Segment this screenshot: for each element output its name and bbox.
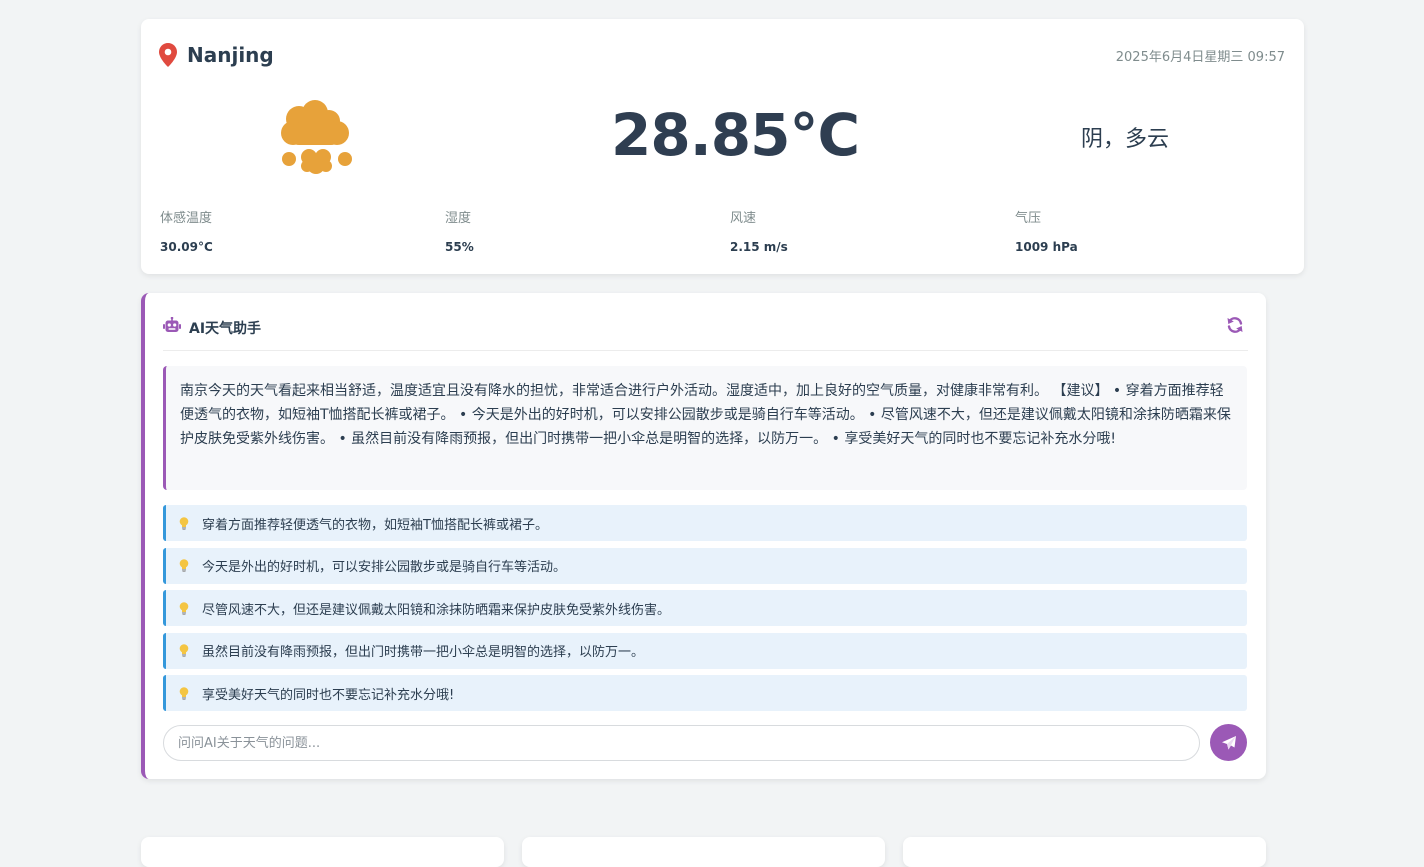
ask-ai-input[interactable]: [163, 725, 1200, 761]
tip-text: 今天是外出的好时机，可以安排公园散步或是骑自行车等活动。: [202, 560, 567, 575]
stat-label: 湿度: [445, 211, 472, 226]
stat-feels-like: 体感温度 30.09°C: [160, 207, 445, 254]
stat-value: 2.15 m/s: [730, 240, 788, 254]
datetime-label: 2025年6月4日星期三 09:57: [1115, 50, 1285, 65]
stat-humidity: 湿度 55%: [445, 207, 730, 254]
ai-header: AI天气助手: [163, 313, 1248, 351]
stat-wind-speed: 风速 2.15 m/s: [730, 207, 1015, 254]
stat-value: 1009 hPa: [1015, 240, 1078, 254]
list-item: 今天是外出的好时机，可以安排公园散步或是骑自行车等活动。: [163, 547, 1247, 584]
lightbulb-icon: [179, 686, 189, 700]
lightbulb-icon: [179, 601, 189, 615]
list-item: 享受美好天气的同时也不要忘记补充水分哦!: [163, 675, 1247, 711]
tip-text: 尽管风速不大，但还是建议佩戴太阳镜和涂抹防晒霜来保护皮肤免受紫外线伤害。: [202, 602, 671, 618]
ai-summary: 南京今天的天气看起来相当舒适，温度适宜且没有降水的担忧，非常适合进行户外活动。湿…: [163, 366, 1247, 490]
forecast-card: [522, 837, 885, 867]
weather-stats: 体感温度 30.09°C 湿度 55% 风速 2.15 m/s 气压 1009 …: [160, 207, 1300, 254]
cloud-hail-icon: [281, 100, 352, 174]
lightbulb-icon: [179, 644, 189, 657]
location-header: Nanjing: [159, 43, 274, 67]
temperature-value: 28.85°C: [611, 101, 860, 169]
stat-value: 30.09°C: [160, 240, 213, 254]
city-name: Nanjing: [187, 43, 274, 67]
ai-assistant-card: AI天气助手 南京今天的天气看起来相当舒适，温度适宜且没有降水的担忧，非常适合进…: [141, 293, 1266, 779]
tip-text: 虽然目前没有降雨预报，但出门时携带一把小伞总是明智的选择，以防万一。: [202, 645, 645, 660]
list-item: 尽管风速不大，但还是建议佩戴太阳镜和涂抹防晒霜来保护皮肤免受紫外线伤害。: [163, 590, 1247, 626]
bottom-cards: [141, 837, 1266, 867]
top-nav-remnant: [152, 0, 482, 2]
lightbulb-icon: [179, 516, 189, 530]
refresh-icon[interactable]: [1225, 315, 1245, 335]
tip-text: 享受美好天气的同时也不要忘记补充水分哦!: [202, 687, 455, 703]
ai-title: AI天气助手: [189, 321, 262, 337]
lightbulb-icon: [179, 559, 189, 572]
stat-pressure: 气压 1009 hPa: [1015, 207, 1300, 254]
stat-label: 体感温度: [160, 211, 213, 226]
tips-list: 穿着方面推荐轻便透气的衣物，如短袖T恤搭配长裤或裙子。 今天是外出的好时机，可以…: [163, 505, 1247, 718]
stat-label: 风速: [730, 211, 757, 226]
robot-icon: [163, 317, 181, 332]
stat-label: 气压: [1015, 211, 1042, 226]
forecast-card: [903, 837, 1266, 867]
stat-value: 55%: [445, 240, 474, 254]
map-pin-icon: [159, 43, 177, 67]
list-item: 穿着方面推荐轻便透气的衣物，如短袖T恤搭配长裤或裙子。: [163, 505, 1247, 541]
paper-plane-icon: [1221, 735, 1236, 749]
list-item: 虽然目前没有降雨预报，但出门时携带一把小伞总是明智的选择，以防万一。: [163, 632, 1247, 669]
weather-description: 阴，多云: [1081, 127, 1170, 152]
forecast-card: [141, 837, 504, 867]
tip-text: 穿着方面推荐轻便透气的衣物，如短袖T恤搭配长裤或裙子。: [202, 517, 548, 533]
send-button[interactable]: [1210, 724, 1247, 761]
current-weather-card: Nanjing 2025年6月4日星期三 09:57 28.85°C 阴，多云 …: [141, 19, 1304, 274]
